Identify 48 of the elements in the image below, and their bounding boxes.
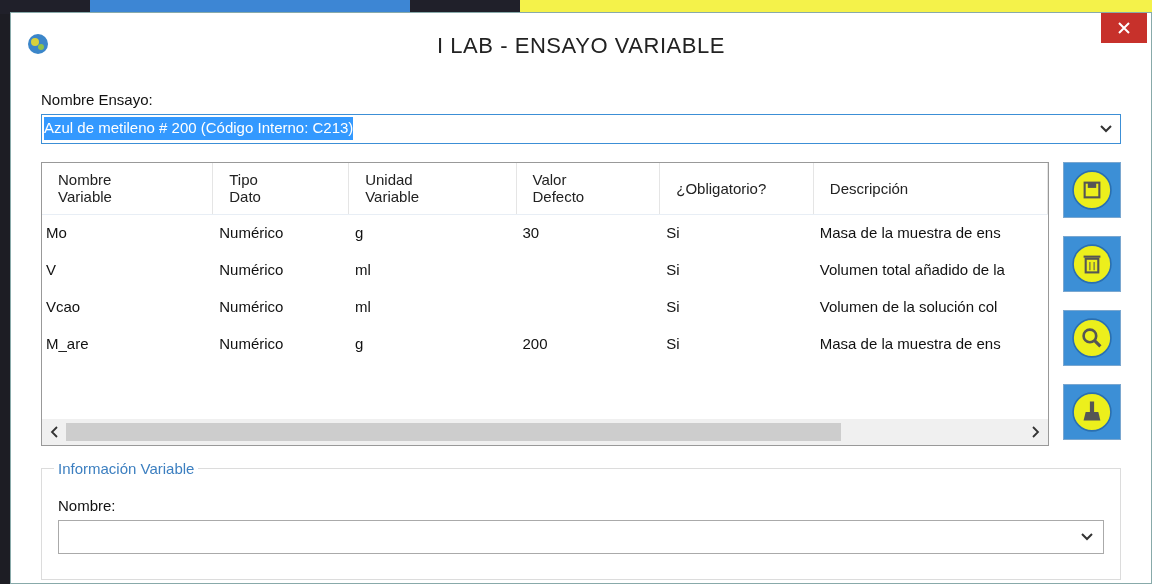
- field-label: Nombre:: [58, 495, 117, 516]
- table-cell: Masa de la muestra de ens: [819, 334, 1001, 352]
- horizontal-scrollbar[interactable]: [42, 418, 1048, 445]
- table-cell: Volumen total añadido de la: [819, 260, 1005, 278]
- table-cell: Numérico: [219, 260, 284, 278]
- table-cell: ml: [355, 260, 371, 278]
- column-header[interactable]: Nombre Variable: [42, 162, 214, 214]
- close-icon: [1117, 21, 1131, 35]
- table-cell: Numérico: [219, 297, 284, 315]
- table-cell: Vcao: [46, 297, 81, 315]
- table-cell: Numérico: [219, 334, 284, 352]
- close-button[interactable]: [1101, 13, 1147, 43]
- search-icon: [1082, 327, 1102, 347]
- column-header[interactable]: Tipo Dato: [213, 162, 350, 214]
- scroll-right-icon: [1032, 425, 1040, 438]
- selected-text: Azul de metileno # 200 (Código Interno: C213): [44, 117, 354, 140]
- field-label: Nombre Ensayo:: [41, 90, 154, 110]
- table-cell: V: [46, 260, 56, 278]
- table-cell: Si: [666, 260, 680, 278]
- delete-button[interactable]: [1063, 235, 1121, 292]
- column-header[interactable]: Valor Defecto: [516, 162, 661, 214]
- table-cell: 200: [522, 334, 548, 352]
- save-button[interactable]: [1063, 161, 1121, 218]
- table-cell: Masa de la muestra de ens: [819, 223, 1001, 241]
- scroll-left-icon: [50, 425, 58, 438]
- table-cell: Volumen de la solución col: [819, 297, 998, 315]
- window-title: I LAB - ENSAYO VARIABLE: [436, 31, 726, 60]
- table-cell: Numérico: [219, 223, 284, 241]
- clear-button[interactable]: [1063, 383, 1121, 440]
- table-cell: ml: [355, 297, 371, 315]
- table-cell: M_are: [46, 334, 89, 352]
- table-cell: Si: [666, 297, 680, 315]
- column-header[interactable]: Unidad Variable: [349, 162, 517, 214]
- table-cell: Si: [666, 223, 680, 241]
- search-button[interactable]: [1063, 309, 1121, 366]
- table-cell: g: [355, 334, 364, 352]
- trash-icon: [1083, 255, 1101, 273]
- table-cell: g: [355, 223, 364, 241]
- table-cell: 30: [522, 223, 540, 241]
- dropdown-caret-icon: [1100, 124, 1112, 133]
- scroll-thumb[interactable]: [66, 422, 841, 441]
- table-cell: Si: [666, 334, 680, 352]
- column-header[interactable]: Descripción: [813, 162, 1048, 214]
- table-cell: Mo: [46, 223, 67, 241]
- column-header[interactable]: ¿Obligatorio?: [660, 162, 814, 214]
- broom-icon: [1083, 401, 1101, 420]
- app-logo-icon: [27, 33, 49, 55]
- dropdown-caret-icon: [1081, 533, 1093, 541]
